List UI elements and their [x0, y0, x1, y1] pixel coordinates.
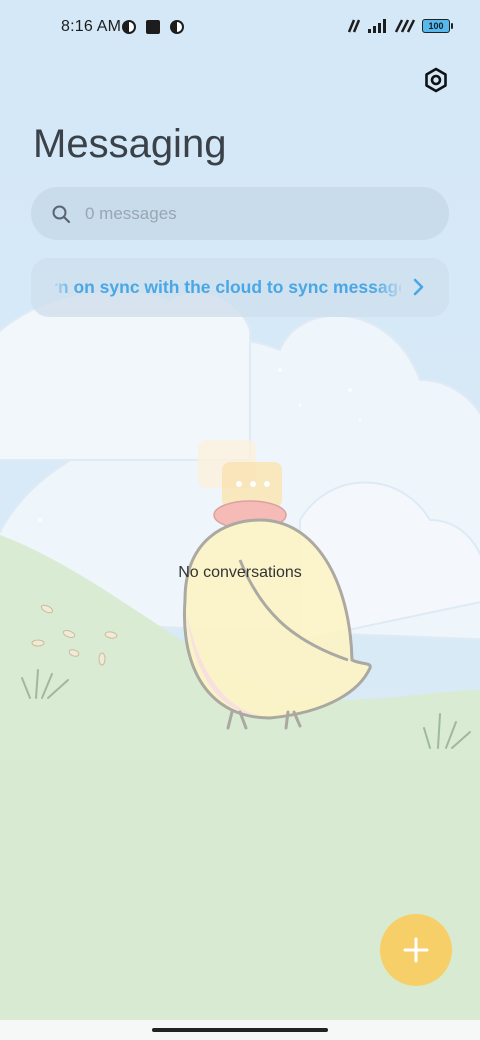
- status-time: 8:16 AM: [61, 18, 122, 35]
- search-input[interactable]: [83, 202, 407, 225]
- signal-secondary-icon: [394, 19, 416, 33]
- search-bar[interactable]: [31, 187, 449, 240]
- system-status-icons: 100: [346, 18, 453, 34]
- settings-hexagon-icon: [425, 67, 447, 93]
- new-message-button[interactable]: [380, 914, 452, 986]
- settings-button[interactable]: [420, 64, 452, 96]
- page-title: Messaging: [33, 122, 227, 166]
- battery-icon: 100: [422, 19, 453, 33]
- sync-banner-text: Turn on sync with the cloud to sync mess…: [55, 277, 401, 297]
- sync-text-viewport: Turn on sync with the cloud to sync mess…: [55, 258, 401, 317]
- plus-icon: [403, 937, 429, 963]
- sync-banner[interactable]: Turn on sync with the cloud to sync mess…: [31, 258, 449, 317]
- status-bar: 8:16 AM 100: [0, 0, 480, 56]
- cellular-signal-icon: [368, 19, 386, 33]
- home-indicator[interactable]: [152, 1028, 328, 1032]
- square-notification-icon: [146, 20, 160, 34]
- app-notification-icon-2: [170, 20, 184, 34]
- battery-level: 100: [428, 21, 444, 31]
- empty-state-label: No conversations: [178, 564, 302, 581]
- data-transfer-icon: [347, 19, 361, 33]
- messaging-screen: 8:16 AM 100 Messaging 0 messages n on sy…: [0, 0, 480, 1040]
- notification-icons: [121, 19, 185, 35]
- app-notification-icon: [122, 20, 136, 34]
- search-icon: [51, 204, 71, 224]
- chevron-right-icon: [413, 278, 424, 296]
